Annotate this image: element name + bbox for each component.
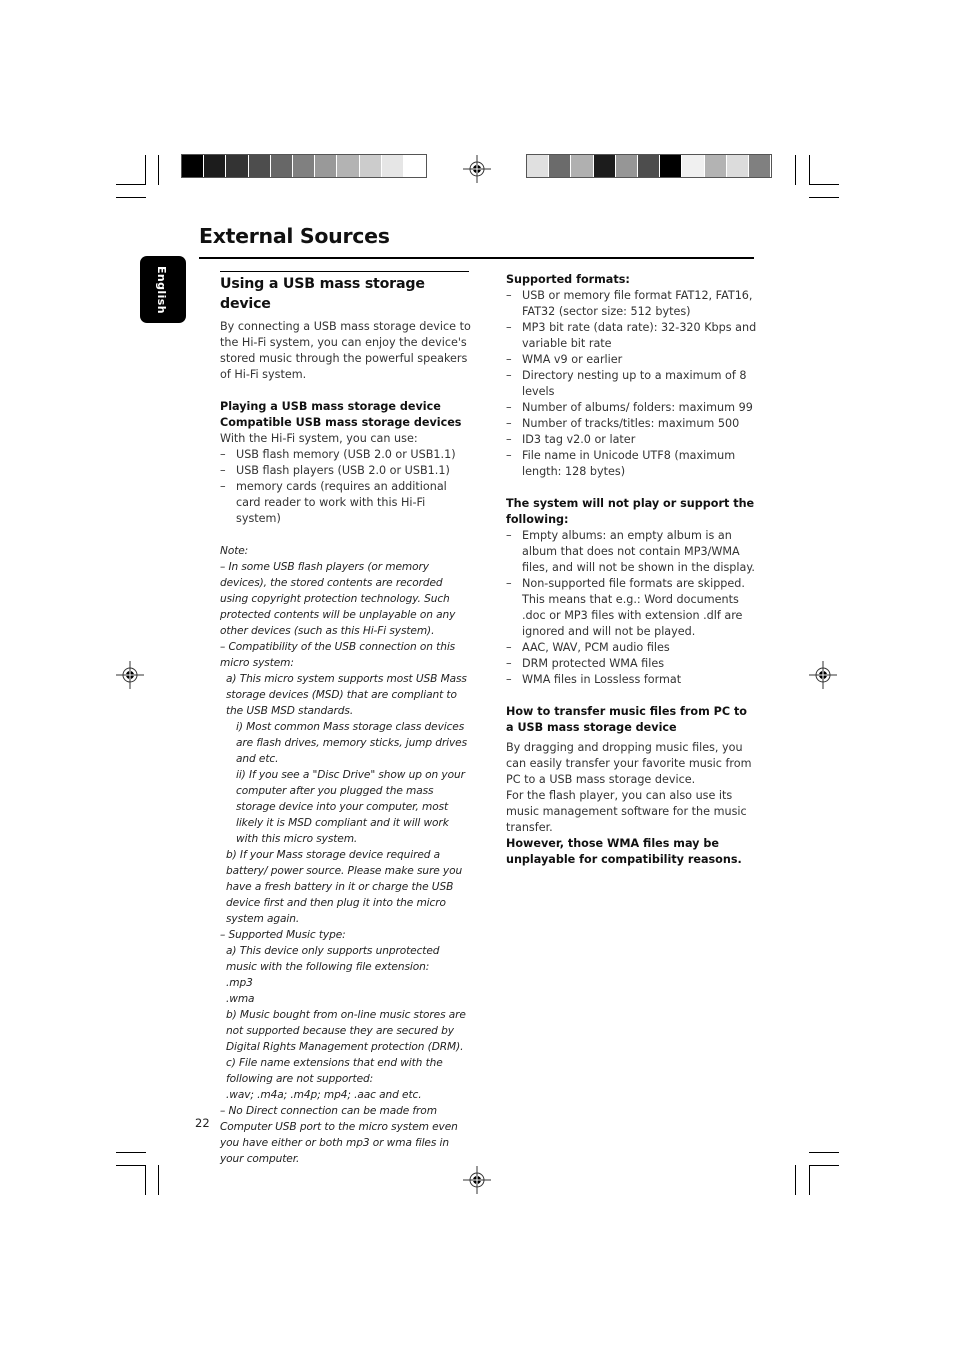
crop-mark: [795, 1165, 796, 1195]
section-divider: [220, 271, 469, 272]
list-item: USB flash memory (USB 2.0 or USB1.1): [220, 447, 472, 463]
color-swatch: [337, 155, 360, 177]
color-swatch: [182, 155, 205, 177]
list-item: Number of tracks/titles: maximum 500: [506, 416, 758, 432]
compatible-heading: Compatible USB mass storage devices: [220, 416, 462, 429]
color-swatch: [527, 155, 550, 177]
note-label: Note:: [220, 545, 249, 557]
calibration-bar-right: [526, 154, 773, 178]
file-extension: .mp3: [226, 977, 253, 989]
color-swatch: [660, 155, 683, 177]
note-block: Note: – In some USB flash players (or me…: [220, 543, 472, 1167]
unsupported-extensions: .wav; .m4a; .m4p; mp4; .aac and etc.: [226, 1089, 422, 1101]
list-item: USB flash players (USB 2.0 or USB1.1): [220, 463, 472, 479]
color-swatch: [682, 155, 705, 177]
crop-mark: [116, 184, 146, 185]
list-item: DRM protected WMA files: [506, 656, 758, 672]
crop-mark: [145, 1165, 146, 1195]
transfer-paragraph: For the flash player, you can also use i…: [506, 789, 747, 834]
note-paragraph: a) This micro system supports most USB M…: [226, 673, 467, 717]
list-item: File name in Unicode UTF8 (maximum lengt…: [506, 448, 758, 480]
note-paragraph: ii) If you see a "Disc Drive" show up on…: [236, 769, 465, 845]
note-paragraph: – Supported Music type:: [220, 929, 346, 941]
color-swatch: [593, 155, 616, 177]
page-title: External Sources: [199, 224, 390, 248]
color-swatch: [204, 155, 227, 177]
left-column: Using a USB mass storage device By conne…: [220, 271, 472, 1167]
crop-mark: [809, 1152, 839, 1153]
language-tab: English: [140, 256, 186, 323]
list-item: MP3 bit rate (data rate): 32-320 Kbps an…: [506, 320, 758, 352]
crop-mark: [809, 155, 810, 185]
crop-mark: [116, 1165, 146, 1166]
list-item: Empty albums: an empty album is an album…: [506, 528, 758, 576]
list-item: Non-supported file formats are skipped. …: [506, 576, 758, 640]
color-swatch: [292, 155, 316, 177]
registration-mark-icon: [809, 661, 837, 689]
compatible-list: USB flash memory (USB 2.0 or USB1.1) USB…: [220, 447, 472, 527]
note-paragraph: – No Direct connection can be made from …: [220, 1105, 458, 1165]
note-paragraph: b) If your Mass storage device required …: [226, 849, 463, 925]
color-swatch: [748, 155, 772, 177]
crop-mark: [158, 1165, 159, 1195]
crop-mark: [145, 155, 146, 185]
color-swatch: [226, 155, 249, 177]
calibration-bar-left: [181, 154, 428, 178]
color-swatch: [615, 155, 638, 177]
right-column: Supported formats: USB or memory file fo…: [506, 272, 758, 868]
playing-heading: Playing a USB mass storage device: [220, 400, 441, 413]
note-paragraph: c) File name extensions that end with th…: [226, 1057, 443, 1085]
note-paragraph: – In some USB flash players (or memory d…: [220, 561, 456, 637]
color-swatch: [704, 155, 727, 177]
color-swatch: [315, 155, 338, 177]
note-paragraph: b) Music bought from on-line music store…: [226, 1009, 466, 1053]
color-swatch: [270, 155, 293, 177]
note-paragraph: a) This device only supports unprotected…: [226, 945, 440, 973]
list-item: Directory nesting up to a maximum of 8 l…: [506, 368, 758, 400]
note-paragraph: i) Most common Mass storage class device…: [236, 721, 468, 765]
crop-mark: [809, 1165, 810, 1195]
list-item: AAC, WAV, PCM audio files: [506, 640, 758, 656]
registration-mark-icon: [116, 661, 144, 689]
list-item: WMA files in Lossless format: [506, 672, 758, 688]
intro-paragraph: By connecting a USB mass storage device …: [220, 320, 471, 381]
color-swatch: [248, 155, 271, 177]
list-item: memory cards (requires an additional car…: [220, 479, 472, 527]
registration-mark-icon: [463, 155, 491, 183]
color-swatch: [381, 155, 404, 177]
file-extension: .wma: [226, 993, 255, 1005]
color-swatch: [359, 155, 382, 177]
list-item: USB or memory file format FAT12, FAT16, …: [506, 288, 758, 320]
list-item: Number of albums/ folders: maximum 99: [506, 400, 758, 416]
list-item: ID3 tag v2.0 or later: [506, 432, 758, 448]
crop-mark: [809, 184, 839, 185]
title-divider: [199, 257, 754, 259]
not-supported-list: Empty albums: an empty album is an album…: [506, 528, 758, 688]
formats-heading: Supported formats:: [506, 273, 630, 286]
section-title: Using a USB mass storage device: [220, 276, 425, 312]
registration-mark-icon: [463, 1166, 491, 1194]
crop-mark: [116, 197, 146, 198]
color-swatch: [549, 155, 572, 177]
formats-list: USB or memory file format FAT12, FAT16, …: [506, 288, 758, 480]
crop-mark: [809, 1165, 839, 1166]
crop-mark: [158, 155, 159, 185]
crop-mark: [795, 155, 796, 185]
note-paragraph: – Compatibility of the USB connection on…: [220, 641, 456, 669]
transfer-paragraph: By dragging and dropping music files, yo…: [506, 741, 752, 786]
not-supported-heading: The system will not play or support the …: [506, 497, 755, 526]
crop-mark: [116, 1152, 146, 1153]
transfer-warning: However, those WMA files may be unplayab…: [506, 837, 742, 866]
compatible-intro: With the Hi-Fi system, you can use:: [220, 432, 418, 445]
page-number: 22: [195, 1116, 210, 1130]
color-swatch: [726, 155, 749, 177]
crop-mark: [809, 197, 839, 198]
color-swatch: [637, 155, 661, 177]
list-item: WMA v9 or earlier: [506, 352, 758, 368]
color-swatch: [571, 155, 594, 177]
language-tab-label: English: [155, 266, 168, 314]
transfer-heading: How to transfer music files from PC to a…: [506, 705, 747, 734]
color-swatch: [403, 155, 427, 177]
